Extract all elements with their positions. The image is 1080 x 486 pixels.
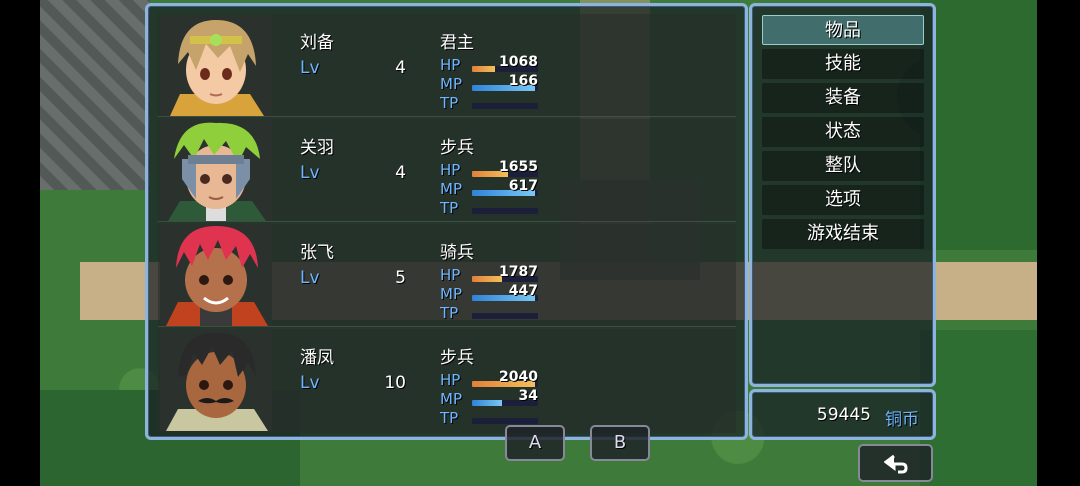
tp-bar: [472, 103, 538, 109]
level-label: Lv: [300, 373, 320, 393]
menu-item-options[interactable]: 选项: [762, 185, 924, 215]
gold-window: 59445 铜币: [749, 389, 936, 440]
menu-item-status[interactable]: 状态: [762, 117, 924, 147]
actor-name: 潘凤: [300, 348, 334, 368]
tp-label: TP: [440, 304, 459, 322]
menu-item-equip[interactable]: 装备: [762, 83, 924, 113]
actor-class: 步兵: [440, 138, 474, 158]
red-hair-warrior-portrait: [160, 224, 272, 326]
hp-value: 2040: [499, 369, 538, 385]
level-value: 4: [395, 163, 406, 183]
b-button[interactable]: B: [590, 425, 650, 461]
tp-label: TP: [440, 94, 459, 112]
hp-label: HP: [440, 266, 461, 284]
gold-amount: 59445: [816, 405, 871, 425]
actor-row[interactable]: 关羽 Lv 4 步兵 HP 1655 MP 617 TP: [158, 119, 736, 222]
level-label: Lv: [300, 58, 320, 78]
menu-item-skills[interactable]: 技能: [762, 49, 924, 79]
actor-name: 张飞: [300, 243, 334, 263]
actor-class: 骑兵: [440, 243, 474, 263]
level-label: Lv: [300, 268, 320, 288]
actor-row[interactable]: 张飞 Lv 5 骑兵 HP 1787 MP 447 TP: [158, 224, 736, 327]
mp-value: 617: [508, 178, 538, 194]
back-button[interactable]: [858, 444, 933, 482]
menu-item-formation[interactable]: 整队: [762, 151, 924, 181]
tp-label: TP: [440, 199, 459, 217]
tp-bar: [472, 208, 538, 214]
hp-value: 1787: [499, 264, 538, 280]
mp-value: 166: [508, 73, 538, 89]
mp-label: MP: [440, 285, 462, 303]
party-status-window: 刘备 Lv 4 君主 HP 1068 MP 166 TP 关羽 Lv 4 步兵 …: [145, 3, 748, 440]
mustache-soldier-portrait: [160, 329, 272, 431]
actor-name: 关羽: [300, 138, 334, 158]
mp-value: 447: [508, 283, 538, 299]
menu-item-items[interactable]: 物品: [762, 15, 924, 45]
mp-value: 34: [518, 388, 538, 404]
mp-label: MP: [440, 390, 462, 408]
level-value: 10: [384, 373, 406, 393]
actor-name: 刘备: [300, 33, 334, 53]
level-value: 4: [395, 58, 406, 78]
a-button[interactable]: A: [505, 425, 565, 461]
blond-hero-portrait: [160, 14, 272, 116]
gold-unit: 铜币: [885, 410, 919, 430]
actor-row[interactable]: 刘备 Lv 4 君主 HP 1068 MP 166 TP: [158, 14, 736, 117]
tp-label: TP: [440, 409, 459, 427]
actor-class: 步兵: [440, 348, 474, 368]
level-value: 5: [395, 268, 406, 288]
return-arrow-icon: [883, 454, 910, 479]
hp-label: HP: [440, 371, 461, 389]
hp-label: HP: [440, 56, 461, 74]
level-label: Lv: [300, 163, 320, 183]
tp-bar: [472, 313, 538, 319]
hp-value: 1655: [499, 159, 538, 175]
actor-class: 君主: [440, 33, 474, 53]
tp-bar: [472, 418, 538, 424]
actor-row[interactable]: 潘凤 Lv 10 步兵 HP 2040 MP 34 TP: [158, 329, 736, 433]
hp-label: HP: [440, 161, 461, 179]
menu-item-game-end[interactable]: 游戏结束: [762, 219, 924, 249]
green-hair-knight-portrait: [160, 119, 272, 221]
mp-label: MP: [440, 180, 462, 198]
mp-label: MP: [440, 75, 462, 93]
hp-value: 1068: [499, 54, 538, 70]
command-menu-window: 物品 技能 装备 状态 整队 选项 游戏结束: [749, 3, 936, 387]
